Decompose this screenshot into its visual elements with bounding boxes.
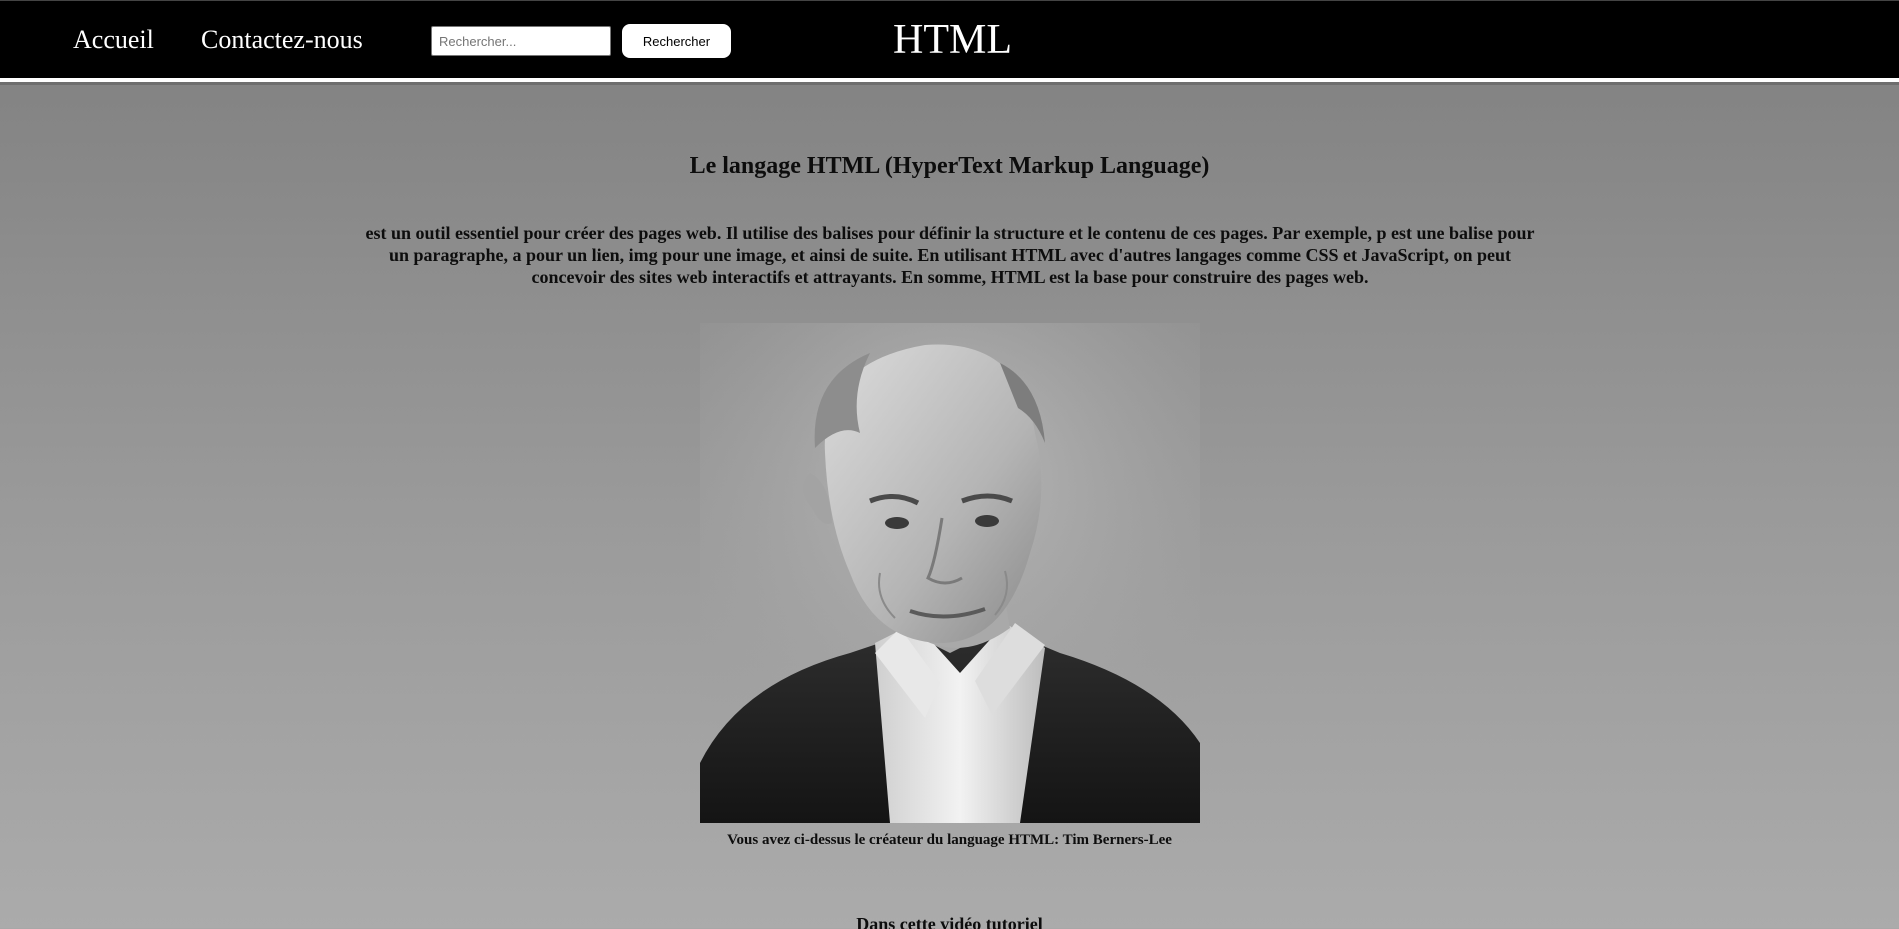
video-section-heading: Dans cette vidéo tutoriel: [856, 914, 1043, 929]
header-divider-shadow: [0, 82, 1899, 85]
photo-caption: Vous avez ci-dessus le créateur du langu…: [727, 832, 1172, 848]
intro-paragraph: est un outil essentiel pour créer des pa…: [365, 223, 1535, 287]
search-input[interactable]: [431, 26, 611, 56]
nav-link-home[interactable]: Accueil: [73, 25, 154, 55]
site-title: HTML: [893, 17, 1012, 63]
search-button[interactable]: Rechercher: [622, 24, 731, 58]
portrait-photo: [700, 323, 1200, 823]
page-heading: Le langage HTML (HyperText Markup Langua…: [689, 153, 1210, 179]
top-navigation-bar: Accueil Contactez-nous Rechercher HTML: [0, 0, 1899, 78]
nav-link-contact[interactable]: Contactez-nous: [201, 25, 363, 55]
